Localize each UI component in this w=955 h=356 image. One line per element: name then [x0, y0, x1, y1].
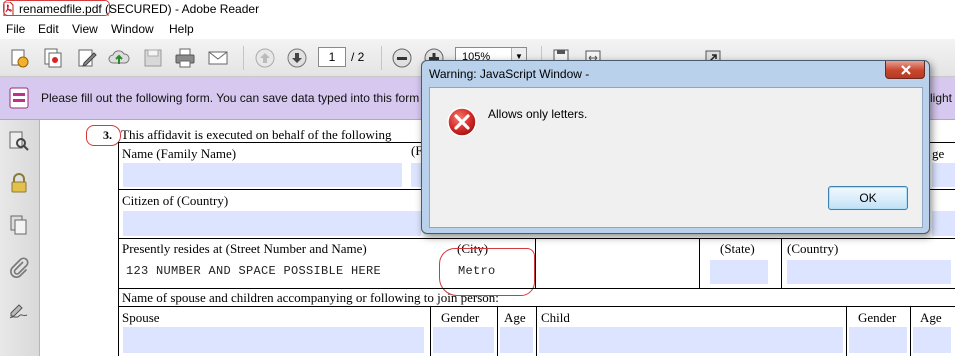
upload-button[interactable] [106, 45, 132, 71]
table-rule-vertical [430, 306, 431, 356]
dialog-body: Allows only letters. OK [429, 87, 923, 228]
toolbar-separator [243, 46, 244, 70]
child-age-field[interactable] [913, 327, 951, 353]
resides-label: Presently resides at (Street Number and … [122, 241, 367, 256]
dialog-close-button[interactable] [885, 61, 925, 79]
spouse-age-field[interactable] [500, 327, 533, 353]
javascript-warning-dialog: Warning: JavaScript Window - Allows only… [421, 60, 930, 234]
child-gender-field[interactable] [849, 327, 907, 353]
arrow-up-icon [255, 48, 275, 68]
print-button[interactable] [172, 45, 198, 71]
table-rule-vertical [781, 238, 782, 288]
name-label: Name (Family Name) [122, 146, 237, 161]
child-name-field[interactable] [539, 327, 843, 353]
signature-icon[interactable] [8, 298, 30, 320]
state-label: (State) [720, 241, 755, 256]
combine-button[interactable] [40, 45, 66, 71]
spouse-label: Spouse [122, 310, 160, 325]
table-left-rule [118, 142, 119, 356]
navigation-panel [0, 120, 40, 356]
create-pdf-button[interactable] [6, 45, 32, 71]
table-rule-vertical [536, 306, 537, 356]
edit-document-button[interactable] [74, 45, 100, 71]
cloud-upload-icon [108, 50, 130, 64]
citizen-label: Citizen of (Country) [122, 193, 229, 208]
country-field[interactable] [787, 260, 951, 284]
table-rule-vertical [699, 238, 700, 288]
printer-icon [175, 48, 195, 68]
pages-search-icon[interactable] [8, 130, 30, 152]
pages-icon[interactable] [8, 214, 30, 236]
dialog-title: Warning: JavaScript Window - [429, 67, 590, 81]
age-label: Age [504, 310, 526, 325]
street-address-field[interactable]: 123 NUMBER AND SPACE POSSIBLE HERE [123, 260, 429, 284]
age-label-fragment: ge [932, 146, 945, 161]
arrow-down-icon [287, 48, 307, 68]
close-icon [901, 65, 911, 75]
red-annotation-filename [3, 0, 110, 16]
menu-file[interactable]: File [6, 22, 25, 36]
envelope-icon [208, 51, 228, 65]
zoom-out-icon [392, 48, 412, 68]
citizen-country-field-right[interactable] [932, 211, 955, 236]
title-bar: renamedfile.pdf (SECURED) - Adobe Reader [0, 0, 955, 19]
age-field[interactable] [932, 163, 955, 187]
item-number: 3. [103, 128, 112, 142]
form-fields-icon [9, 87, 29, 109]
email-button[interactable] [205, 45, 231, 71]
menu-window[interactable]: Window [111, 22, 154, 36]
toolbar-separator [381, 46, 382, 70]
table-rule-vertical [497, 306, 498, 356]
lock-icon[interactable] [8, 172, 30, 194]
country-label: (Country) [787, 241, 839, 256]
previous-page-button[interactable] [252, 45, 278, 71]
table-rule-vertical [910, 306, 911, 356]
combine-icon [44, 48, 62, 68]
page-number-input[interactable]: 1 [318, 47, 346, 67]
state-field[interactable] [710, 260, 768, 284]
error-icon [447, 107, 477, 137]
menu-view[interactable]: View [72, 22, 98, 36]
dialog-message: Allows only letters. [488, 107, 588, 121]
menu-bar: File Edit View Window Help [0, 19, 955, 39]
age-label-child: Age [920, 310, 942, 325]
family-name-field[interactable] [123, 163, 402, 187]
attachment-icon[interactable] [8, 256, 30, 278]
zoom-out-button[interactable] [389, 45, 415, 71]
spouse-name-field[interactable] [123, 327, 424, 353]
form-message-text: Please fill out the following form. You … [41, 91, 420, 105]
gender-label-child: Gender [858, 310, 897, 325]
create-pdf-icon [11, 49, 29, 68]
ok-button[interactable]: OK [828, 186, 908, 210]
spouse-gender-field[interactable] [433, 327, 494, 353]
title-suffix: (SECURED) - Adobe Reader [105, 2, 260, 16]
page-total-label: / 2 [351, 50, 365, 64]
next-page-button[interactable] [284, 45, 310, 71]
gender-label: Gender [441, 310, 480, 325]
table-rule [118, 238, 955, 239]
menu-edit[interactable]: Edit [38, 22, 59, 36]
table-rule [118, 288, 955, 289]
edit-document-icon [78, 49, 97, 67]
form-message-tail: light [930, 91, 953, 105]
menu-help[interactable]: Help [169, 22, 194, 36]
citizen-country-field[interactable] [123, 211, 421, 236]
affidavit-text: This affidavit is executed on behalf of … [121, 127, 392, 142]
spouse-section-label: Name of spouse and children accompanying… [122, 290, 499, 305]
save-icon [144, 49, 162, 67]
child-label: Child [541, 310, 570, 325]
table-rule-vertical [535, 238, 536, 288]
table-rule-vertical [846, 306, 847, 356]
save-button[interactable] [140, 45, 166, 71]
